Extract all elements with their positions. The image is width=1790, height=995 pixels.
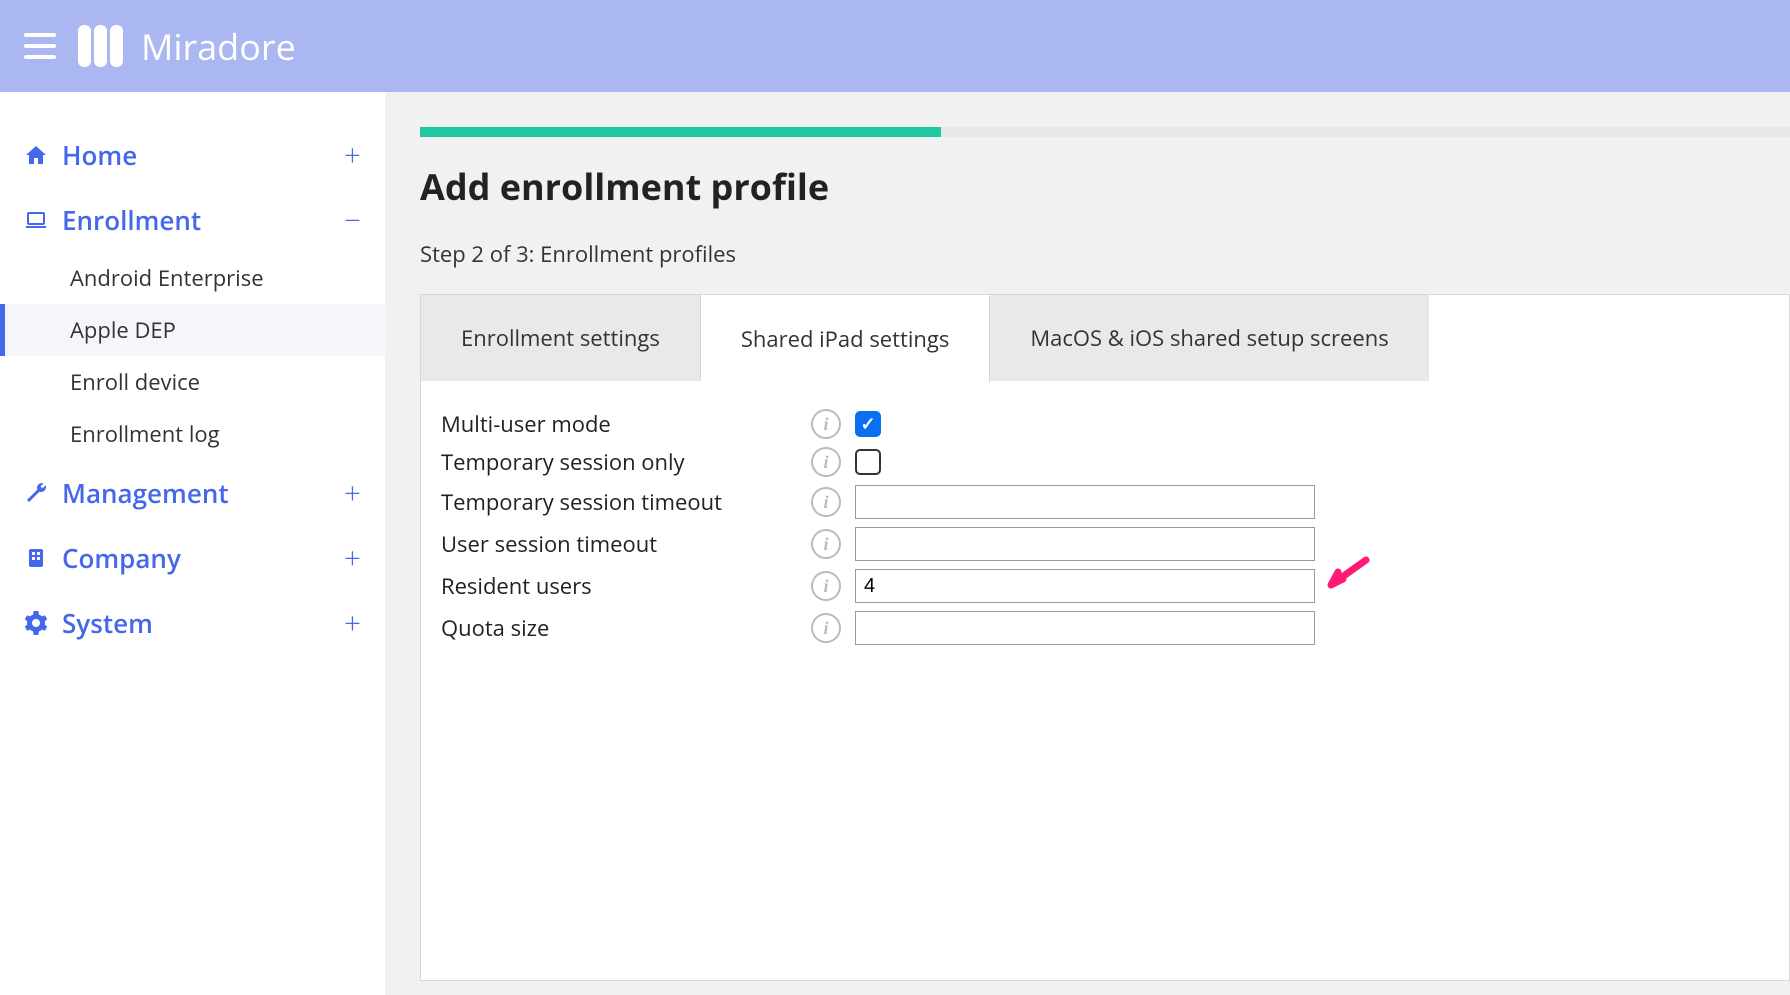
sidebar-item-label: Enrollment	[62, 202, 201, 238]
tabs: Enrollment settings Shared iPad settings…	[420, 294, 1790, 381]
info-icon[interactable]: i	[811, 613, 841, 643]
temporary-session-only-label: Temporary session only	[441, 447, 811, 477]
logo-icon	[78, 25, 123, 67]
logo[interactable]: Miradore	[78, 22, 296, 71]
sidebar-item-enrollment[interactable]: Enrollment −	[0, 187, 385, 252]
progress-bar	[420, 127, 1790, 137]
info-icon[interactable]: i	[811, 571, 841, 601]
main-content: Add enrollment profile Step 2 of 3: Enro…	[385, 92, 1790, 995]
sidebar-subitem-enroll-device[interactable]: Enroll device	[0, 356, 385, 408]
temporary-session-only-checkbox[interactable]	[855, 449, 881, 475]
info-icon[interactable]: i	[811, 487, 841, 517]
sidebar: Home + Enrollment − Android Enterprise A…	[0, 92, 385, 995]
user-session-timeout-input[interactable]	[855, 527, 1315, 561]
tab-enrollment-settings[interactable]: Enrollment settings	[421, 295, 701, 381]
step-indicator: Step 2 of 3: Enrollment profiles	[420, 239, 1790, 269]
header: Miradore	[0, 0, 1790, 92]
collapse-icon[interactable]: −	[344, 199, 361, 240]
page-title: Add enrollment profile	[420, 162, 1790, 211]
sidebar-subitem-android-enterprise[interactable]: Android Enterprise	[0, 252, 385, 304]
tab-macos-ios-shared-setup[interactable]: MacOS & iOS shared setup screens	[990, 295, 1428, 381]
sidebar-item-label: Company	[62, 540, 181, 576]
sidebar-item-management[interactable]: Management +	[0, 460, 385, 525]
quota-size-input[interactable]	[855, 611, 1315, 645]
multi-user-mode-checkbox[interactable]	[855, 411, 881, 437]
laptop-icon	[24, 208, 48, 232]
menu-icon[interactable]	[24, 33, 56, 59]
annotation-arrow-icon	[1321, 555, 1371, 595]
info-icon[interactable]: i	[811, 529, 841, 559]
home-icon	[24, 143, 48, 167]
sidebar-item-system[interactable]: System +	[0, 590, 385, 655]
tab-panel: Multi-user mode i Temporary session only…	[420, 381, 1790, 981]
sidebar-item-label: System	[62, 605, 153, 641]
multi-user-mode-label: Multi-user mode	[441, 409, 811, 439]
temporary-session-timeout-label: Temporary session timeout	[441, 487, 811, 517]
temporary-session-timeout-input[interactable]	[855, 485, 1315, 519]
expand-icon[interactable]: +	[344, 602, 361, 643]
progress-fill	[420, 127, 941, 137]
sidebar-item-label: Management	[62, 475, 229, 511]
info-icon[interactable]: i	[811, 409, 841, 439]
sidebar-item-home[interactable]: Home +	[0, 122, 385, 187]
expand-icon[interactable]: +	[344, 537, 361, 578]
tab-shared-ipad-settings[interactable]: Shared iPad settings	[701, 296, 990, 382]
user-session-timeout-label: User session timeout	[441, 529, 811, 559]
resident-users-input[interactable]	[855, 569, 1315, 603]
sidebar-subitem-enrollment-log[interactable]: Enrollment log	[0, 408, 385, 460]
building-icon	[24, 546, 48, 570]
quota-size-label: Quota size	[441, 613, 811, 643]
info-icon[interactable]: i	[811, 447, 841, 477]
sidebar-subitem-apple-dep[interactable]: Apple DEP	[0, 304, 385, 356]
expand-icon[interactable]: +	[344, 472, 361, 513]
gear-icon	[24, 611, 48, 635]
sidebar-item-label: Home	[62, 137, 137, 173]
brand-name: Miradore	[141, 22, 296, 71]
wrench-icon	[24, 481, 48, 505]
expand-icon[interactable]: +	[344, 134, 361, 175]
sidebar-item-company[interactable]: Company +	[0, 525, 385, 590]
resident-users-label: Resident users	[441, 571, 811, 601]
